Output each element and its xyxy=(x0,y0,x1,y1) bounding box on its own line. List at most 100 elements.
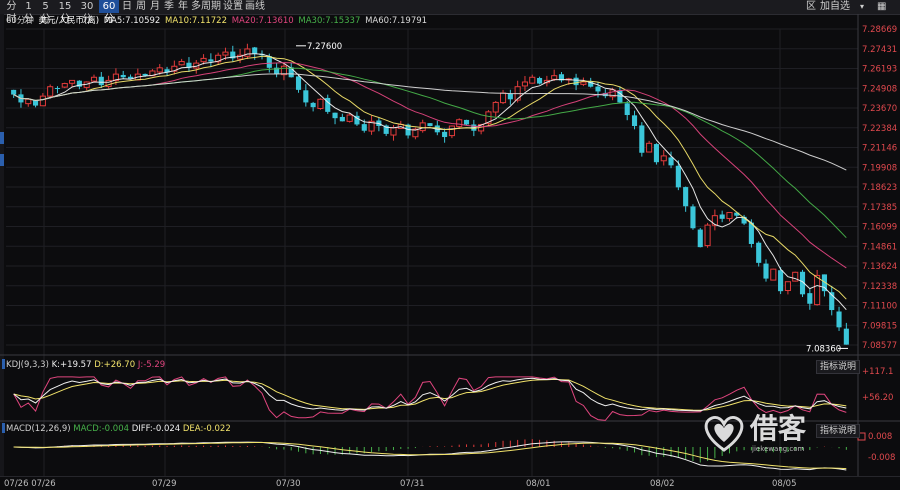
candle-body-down xyxy=(463,119,470,125)
candle-body-up xyxy=(222,51,229,56)
candle-body-down xyxy=(442,131,448,138)
candle-body-up xyxy=(61,83,68,88)
time-axis-label: 07/30 xyxy=(276,479,301,489)
candle-body-down xyxy=(295,76,302,90)
kdj-k-label: K: xyxy=(51,360,61,370)
ma5-line xyxy=(13,53,847,311)
candle-body-up xyxy=(770,268,777,281)
candle-body-down xyxy=(719,214,725,219)
candle-body-up xyxy=(456,119,463,128)
candle-body-down xyxy=(690,206,696,229)
candle-body-up xyxy=(419,122,426,132)
candle-body-up xyxy=(156,67,163,73)
candle-body-down xyxy=(624,103,630,116)
candle-body-down xyxy=(595,86,601,92)
macd-tick-label: -0.008 xyxy=(868,453,895,463)
ma20-line xyxy=(13,62,847,269)
candle-body-down xyxy=(763,263,769,279)
macd-title: MACD(12,26,9) xyxy=(6,424,71,434)
chart-window: 区 加自选 ▾ ▦ 分时 1分 5分 15分 30分 60分日周月季年多周期 设置 画线 60… xyxy=(0,0,900,490)
watermark-url: jiekewang.com xyxy=(752,445,805,453)
candle-body-up xyxy=(492,101,499,113)
time-axis-label: 07/31 xyxy=(400,479,425,489)
macd-tick-label: 0.008 xyxy=(868,432,892,442)
price-tick-label: 7.19908 xyxy=(862,163,897,173)
candle-body-up xyxy=(529,76,536,84)
high-price-label: 7.27600 xyxy=(307,42,342,52)
price-tick-label: 7.24908 xyxy=(862,84,897,94)
candle-body-down xyxy=(639,125,645,153)
time-axis-label: 07/29 xyxy=(152,479,177,489)
candle-body-down xyxy=(756,242,762,263)
price-tick-label: 7.11100 xyxy=(862,302,897,312)
macd-macd-value: -0.004 xyxy=(101,424,130,434)
low-price-label: 7.08360 xyxy=(806,344,841,354)
candle-body-down xyxy=(653,144,659,163)
macd-dea-label: DEA: xyxy=(182,424,204,434)
price-tick-label: 7.27431 xyxy=(862,45,897,55)
ma30-line xyxy=(13,67,847,239)
price-tick-label: 7.09815 xyxy=(862,321,897,331)
candle-body-up xyxy=(580,81,587,85)
candle-body-up xyxy=(660,155,667,162)
candle-body-down xyxy=(266,56,272,68)
candle-body-up xyxy=(814,274,821,306)
kdj-help-button[interactable]: 指标说明 xyxy=(816,360,861,374)
kdj-j-value: -5.29 xyxy=(143,360,166,370)
macd-diff-label: DIFF: xyxy=(131,424,153,434)
time-axis-label: 08/05 xyxy=(772,479,797,489)
watermark-text: 借客 xyxy=(750,412,807,445)
time-axis: 07/26 07/26 07/29 07/30 07/31 08/01 08/02 08/0… xyxy=(0,476,900,490)
candle-body-up xyxy=(317,98,324,109)
chart-canvas[interactable]: 7.28669 7.27431 7.26193 7.24908 7.23670 7.223… xyxy=(0,0,900,476)
price-tick-label: 7.17385 xyxy=(862,203,897,213)
candle-body-down xyxy=(361,124,367,131)
candle-body-up xyxy=(25,98,32,105)
candle-body-down xyxy=(339,116,345,122)
candle-body-down xyxy=(303,90,309,103)
price-tick-label: 7.23670 xyxy=(862,104,897,114)
candle-body-up xyxy=(39,95,46,107)
kdj-k-value: +19.57 xyxy=(60,360,92,370)
time-axis-label: 08/02 xyxy=(650,479,675,489)
candle-body-down xyxy=(252,47,258,54)
watermark: 借客 jiekewang.com xyxy=(700,408,830,458)
price-tick-label: 7.21146 xyxy=(862,144,897,154)
kdj-tick-label: +56.20 xyxy=(862,393,893,403)
macd-diff-value: -0.024 xyxy=(152,424,181,434)
candle-body-up xyxy=(551,75,558,80)
kdj-title: KDJ(9,3,3) xyxy=(6,360,49,370)
price-tick-label: 7.13624 xyxy=(862,262,897,272)
macd-macd-label: MACD: xyxy=(73,424,102,434)
candle-body-down xyxy=(11,89,17,95)
price-tick-label: 7.16099 xyxy=(862,223,897,233)
macd-dea-value: -0.022 xyxy=(203,424,231,434)
candle-body-down xyxy=(668,157,674,166)
macd-marker xyxy=(2,423,5,433)
candle-body-up xyxy=(784,281,791,292)
kdj-d-value: +26.70 xyxy=(103,360,136,370)
candle-body-down xyxy=(208,59,214,62)
candle-body-down xyxy=(683,187,689,207)
price-tick-label: 7.26193 xyxy=(862,65,897,75)
kdj-marker xyxy=(2,359,5,369)
candle-body-down xyxy=(631,115,638,127)
candle-body-up xyxy=(90,76,98,82)
candle-body-down xyxy=(310,102,316,108)
candle-body-down xyxy=(427,123,433,127)
candle-body-down xyxy=(507,93,513,100)
price-tick-label: 7.12338 xyxy=(862,282,897,292)
price-tick-label: 7.28669 xyxy=(862,25,897,35)
candle-body-down xyxy=(836,311,842,328)
macd-header: MACD(12,26,9) MACD:-0.004 DIFF:-0.024 DE… xyxy=(6,424,231,435)
candle-body-up xyxy=(499,92,507,104)
candle-body-down xyxy=(675,165,681,188)
candle-body-down xyxy=(120,74,126,78)
candle-body-up xyxy=(711,215,718,226)
price-tick-label: 7.22384 xyxy=(862,124,897,134)
price-tick-label: 7.08577 xyxy=(862,341,897,351)
candle-body-up xyxy=(726,212,733,220)
price-tick-label: 7.18623 xyxy=(862,183,897,193)
candle-body-down xyxy=(54,88,61,90)
kdj-tick-label: +117.1 xyxy=(862,367,893,377)
